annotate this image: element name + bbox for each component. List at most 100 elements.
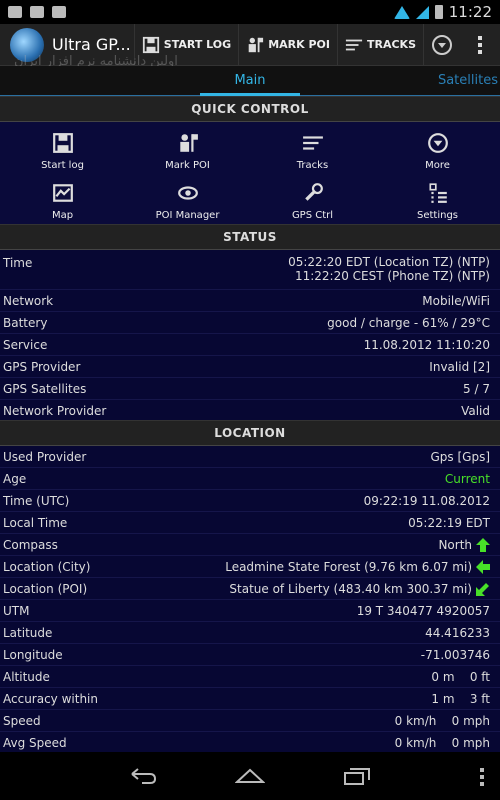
row-label: Network [3,294,54,308]
row-value: 09:22:19 11.08.2012 [363,494,490,508]
quick-settings[interactable]: Settings [375,176,500,226]
quick-more[interactable]: More [375,126,500,176]
circle-chevron-icon [427,133,448,153]
circle-chevron-icon [432,34,452,55]
mark-poi-label: MARK POI [268,38,330,51]
row-label: Avg Speed [3,736,67,750]
row-label: Time (UTC) [3,494,70,508]
nav-overflow-button[interactable] [480,768,484,786]
tracks-icon [345,39,363,50]
start-log-label: START LOG [163,38,232,51]
floppy-icon [52,133,73,153]
row-label: Accuracy within [3,692,98,706]
location-row: UTM 19 T 340477 4920057 [0,600,500,622]
battery-icon [434,5,443,19]
wifi-icon [393,5,410,19]
row-label: Latitude [3,626,53,640]
row-label: Battery [3,316,48,330]
location-row: Accuracy within 1 m 3 ft [0,688,500,710]
quick-control-header: QUICK CONTROL [0,96,500,122]
quick-mark-poi[interactable]: Mark POI [125,126,250,176]
notification-android-icon [52,6,66,18]
row-value: 0 m 0 ft [431,670,490,684]
location-row: Longitude -71.003746 [0,644,500,666]
poi-value: Statue of Liberty (483.40 km 300.37 mi) [229,582,472,596]
row-value: 5 / 7 [463,382,490,396]
row-value: 11.08.2012 11:10:20 [363,338,490,352]
row-value: Statue of Liberty (483.40 km 300.37 mi) [229,582,490,596]
row-value: Invalid [2] [429,360,490,374]
status-list: Time 05:22:20 EDT (Location TZ) (NTP) 11… [0,250,500,422]
row-label: Location (City) [3,560,91,574]
quick-poi-manager-label: POI Manager [155,210,220,221]
more-dropdown-button[interactable] [423,24,460,65]
location-row: Location (POI) Statue of Liberty (483.40… [0,578,500,600]
quick-poi-manager[interactable]: POI Manager [125,176,250,226]
back-icon[interactable] [128,766,158,786]
city-value: Leadmine State Forest (9.76 km 6.07 mi) [225,560,472,574]
row-value: Leadmine State Forest (9.76 km 6.07 mi) [225,560,490,574]
status-row: Battery good / charge - 61% / 29°C [0,312,500,334]
location-row: Time (UTC) 09:22:19 11.08.2012 [0,490,500,512]
quick-tracks[interactable]: Tracks [250,126,375,176]
location-list: Used Provider Gps [Gps] Age Current Time (… [0,446,500,754]
status-row: GPS Satellites 5 / 7 [0,378,500,400]
row-label: GPS Provider [3,360,81,374]
time-location-tz: 05:22:20 EDT (Location TZ) (NTP) [288,255,490,269]
signal-icon [415,5,429,19]
row-value: Gps [Gps] [430,450,490,464]
location-row: Altitude 0 m 0 ft [0,666,500,688]
row-value: 1 m 3 ft [431,692,490,706]
location-row: Local Time 05:22:19 EDT [0,512,500,534]
tracks-button[interactable]: TRACKS [336,24,423,65]
row-value: Valid [461,404,490,418]
mark-poi-button[interactable]: MARK POI [238,24,337,65]
arrow-down-left-icon [476,583,489,596]
person-flag-icon [248,37,264,52]
location-row: Compass North [0,534,500,556]
eye-icon [177,186,198,200]
recent-apps-icon[interactable] [342,766,372,786]
notification-camera-icon [30,6,44,18]
notification-globe-icon [8,6,22,18]
quick-settings-label: Settings [416,210,458,221]
system-status-bar: 11:22 [0,0,500,24]
row-label: Network Provider [3,404,107,418]
quick-gps-ctrl[interactable]: GPS Ctrl [250,176,375,226]
time-phone-tz: 11:22:20 CEST (Phone TZ) (NTP) [294,269,490,283]
settings-list-icon [428,183,447,203]
location-header: LOCATION [0,420,500,446]
row-label: Local Time [3,516,68,530]
home-icon[interactable] [235,766,265,786]
row-value: -71.003746 [420,648,490,662]
quick-mark-poi-label: Mark POI [165,160,210,171]
row-value: 05:22:20 EDT (Location TZ) (NTP) 11:22:2… [288,255,490,283]
row-label: Time [3,256,33,270]
row-value: 0 km/h 0 mph [394,736,490,750]
status-row: Network Mobile/WiFi [0,290,500,312]
row-value: good / charge - 61% / 29°C [327,316,490,330]
location-row: Age Current [0,468,500,490]
row-label: Speed [3,714,41,728]
quick-gps-ctrl-label: GPS Ctrl [291,210,334,221]
row-value: 44.416233 [425,626,490,640]
age-value: Current [444,472,490,486]
overflow-menu-button[interactable] [460,24,500,65]
quick-control-panel: Start log Mark POI Tracks More Map POI M… [0,122,500,224]
quick-map-label: Map [51,210,74,221]
status-row: Network Provider Valid [0,400,500,422]
quick-tracks-label: Tracks [296,160,329,171]
status-row: GPS Provider Invalid [2] [0,356,500,378]
arrow-up-icon [476,538,490,552]
floppy-icon [142,36,159,53]
wrench-icon [304,183,323,201]
person-flag-icon [179,134,198,152]
location-row: Avg Speed 0 km/h 0 mph [0,732,500,754]
location-row: Latitude 44.416233 [0,622,500,644]
row-label: GPS Satellites [3,382,87,396]
row-label: Service [3,338,48,352]
quick-map[interactable]: Map [0,176,125,226]
tab-main[interactable]: Main [200,66,300,96]
tab-satellites[interactable]: Satellites [438,73,498,88]
quick-start-log[interactable]: Start log [0,126,125,176]
